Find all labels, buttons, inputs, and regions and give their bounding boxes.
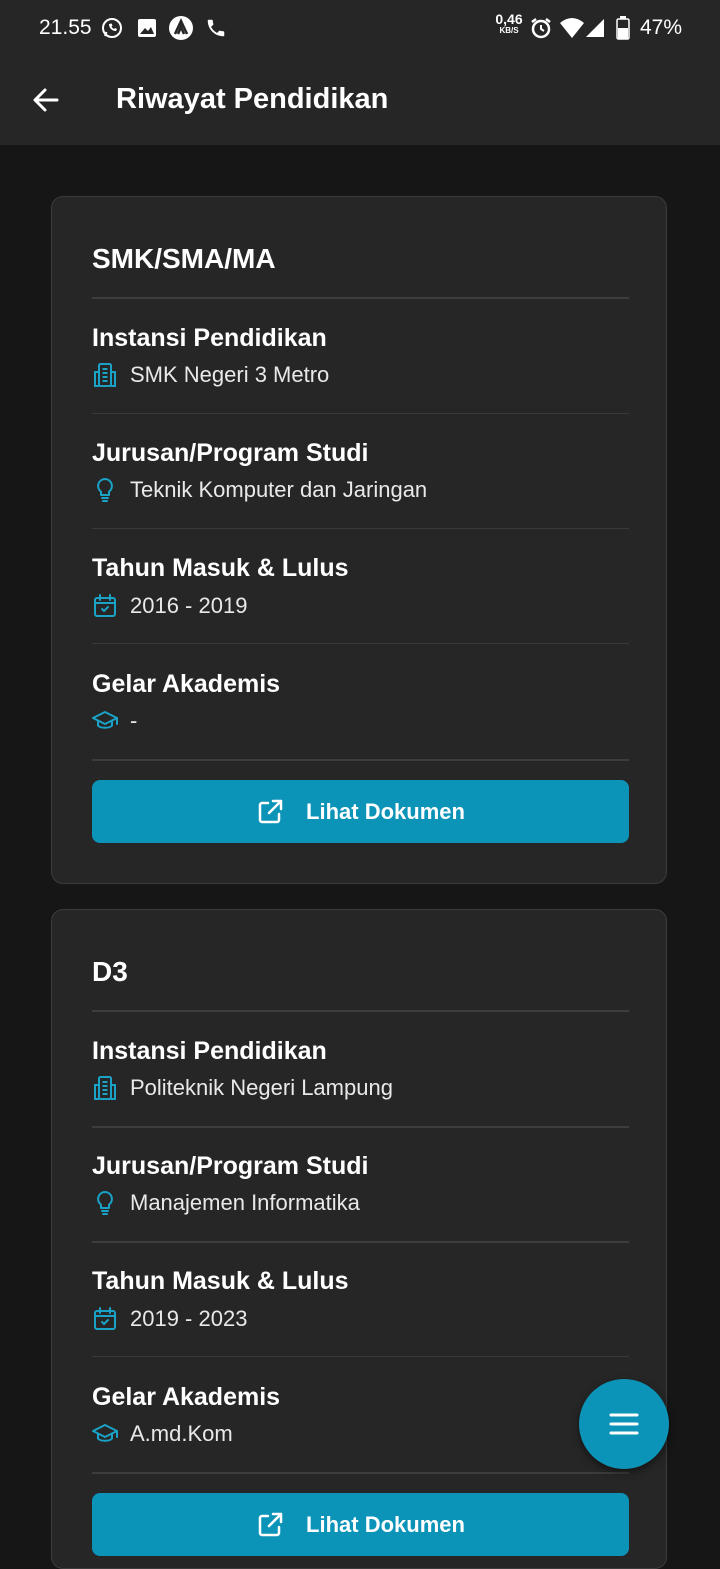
lightbulb-icon	[92, 477, 118, 503]
alarm-icon	[529, 16, 553, 40]
major-label: Jurusan/Program Studi	[92, 439, 369, 467]
menu-icon	[608, 1411, 640, 1437]
lightbulb-icon	[92, 1190, 118, 1216]
image-icon	[136, 16, 158, 40]
arrow-left-icon	[31, 85, 61, 115]
external-link-icon	[256, 798, 284, 826]
major-label: Jurusan/Program Studi	[92, 1152, 369, 1180]
page-title: Riwayat Pendidikan	[116, 83, 389, 115]
institution-text: SMK Negeri 3 Metro	[130, 362, 330, 387]
major-text: Manajemen Informatika	[130, 1190, 360, 1215]
degree-label: Gelar Akademis	[92, 670, 281, 698]
calendar-icon	[92, 1306, 118, 1332]
calendar-icon	[92, 593, 118, 619]
graduation-cap-icon	[92, 1421, 118, 1447]
years-label: Tahun Masuk & Lulus	[92, 1267, 349, 1295]
battery-percentage: 47%	[640, 16, 683, 39]
degree-label: Gelar Akademis	[92, 1383, 281, 1411]
whatsapp-icon	[100, 16, 124, 40]
view-document-label: Lihat Dokumen	[306, 1511, 465, 1537]
view-document-button[interactable]: Lihat Dokumen	[92, 1493, 629, 1556]
divider	[92, 1472, 629, 1474]
degree-value: A.md.Kom	[92, 1421, 233, 1447]
institution-value: Politeknik Negeri Lampung	[92, 1075, 393, 1101]
battery-icon	[616, 16, 630, 40]
degree-value: -	[92, 708, 137, 734]
view-document-button[interactable]: Lihat Dokumen	[92, 780, 629, 843]
major-value: Teknik Komputer dan Jaringan	[92, 477, 427, 503]
major-text: Teknik Komputer dan Jaringan	[130, 477, 428, 502]
status-time: 21.55	[39, 16, 92, 39]
network-speed: 0,46 KB/S	[495, 11, 523, 35]
divider	[92, 1356, 629, 1357]
education-card: SMK/SMA/MA Instansi Pendidikan SMK Neger…	[51, 196, 667, 884]
divider	[92, 643, 629, 644]
signal-icon	[584, 16, 606, 40]
education-card: D3 Instansi Pendidikan Politeknik Negeri…	[51, 909, 667, 1569]
major-value: Manajemen Informatika	[92, 1190, 360, 1216]
divider	[92, 1010, 629, 1012]
divider	[92, 759, 629, 761]
years-text: 2019 - 2023	[130, 1306, 248, 1331]
institution-label: Instansi Pendidikan	[92, 1037, 327, 1065]
years-value: 2019 - 2023	[92, 1306, 247, 1332]
divider	[92, 528, 629, 529]
external-link-icon	[256, 1511, 284, 1539]
graduation-cap-icon	[92, 708, 118, 734]
divider	[92, 297, 629, 299]
menu-fab-button[interactable]	[579, 1379, 669, 1469]
phone-icon	[205, 16, 227, 40]
institution-text: Politeknik Negeri Lampung	[130, 1075, 393, 1100]
education-level: D3	[92, 956, 128, 987]
divider	[92, 413, 629, 414]
app-icon	[168, 16, 194, 40]
back-button[interactable]	[22, 76, 70, 124]
building-icon	[92, 362, 118, 388]
divider	[92, 1126, 629, 1128]
years-label: Tahun Masuk & Lulus	[92, 554, 349, 582]
institution-label: Instansi Pendidikan	[92, 324, 327, 352]
building-icon	[92, 1075, 118, 1101]
institution-value: SMK Negeri 3 Metro	[92, 362, 329, 388]
divider	[92, 1241, 629, 1243]
degree-text: A.md.Kom	[130, 1421, 233, 1446]
years-text: 2016 - 2019	[130, 593, 248, 618]
education-level: SMK/SMA/MA	[92, 243, 276, 274]
status-bar: 21.55 0,46 KB/S 47%	[0, 0, 720, 56]
degree-text: -	[130, 708, 138, 733]
app-bar: Riwayat Pendidikan	[0, 56, 720, 145]
wifi-icon	[559, 16, 585, 40]
years-value: 2016 - 2019	[92, 593, 247, 619]
view-document-label: Lihat Dokumen	[306, 798, 465, 824]
